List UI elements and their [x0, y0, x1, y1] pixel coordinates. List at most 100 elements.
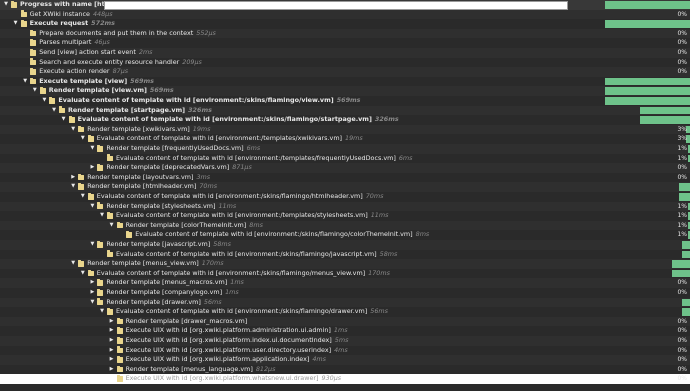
row-label: Render template [drawer.vm] 56ms	[106, 298, 221, 308]
duration-bar	[672, 260, 690, 268]
row-label: Evaluate content of template with id [en…	[78, 115, 399, 125]
row-label: Execute UIX with id [org.xwiki.platform.…	[126, 355, 326, 365]
collapse-arrow-icon[interactable]: ▼	[70, 182, 76, 192]
tree-row[interactable]: ▶ Render template [deprecatedVars.vm] 871µ…	[0, 163, 690, 173]
collapse-arrow-icon[interactable]: ▼	[3, 0, 9, 10]
row-duration: 572ms	[91, 19, 115, 28]
collapse-arrow-icon[interactable]: ▼	[99, 307, 105, 317]
collapse-arrow-icon[interactable]: ▼	[89, 240, 95, 250]
folder-icon	[30, 29, 37, 37]
tree-row[interactable]: Execute action render 87µs 0%	[0, 67, 690, 77]
tree-row[interactable]: ▼ Render template [view.vm] 569ms	[0, 86, 690, 96]
tree-row[interactable]: ▼ Evaluate content of template with id [e…	[0, 192, 690, 202]
tree-row[interactable]: ▼ Evaluate content of template with id [e…	[0, 211, 690, 221]
row-duration: 326ms	[188, 105, 212, 114]
row-label: Execute UIX with id [org.xwiki.platform.…	[126, 346, 348, 356]
expand-arrow-icon[interactable]: ▶	[109, 317, 115, 327]
tree-row[interactable]: ▼ Execute request 572ms	[0, 19, 690, 29]
collapse-arrow-icon[interactable]: ▼	[61, 115, 67, 125]
collapse-arrow-icon[interactable]: ▼	[51, 106, 57, 116]
row-label: Render template [menus_macros.vm] 1ms	[106, 278, 243, 288]
expand-arrow-icon[interactable]: ▶	[89, 163, 95, 173]
collapse-arrow-icon[interactable]: ▼	[41, 96, 47, 106]
row-duration: 170ms	[201, 259, 224, 268]
row-label-text: Evaluate content of template with id [en…	[96, 268, 366, 277]
tree-row[interactable]: Evaluate content of template with id [en…	[0, 250, 690, 260]
row-duration: 11ms	[218, 201, 237, 210]
tree-row[interactable]: ▼ Render template [drawer.vm] 56ms	[0, 297, 690, 308]
row-label: Render template [startpage.vm] 326ms	[68, 106, 212, 116]
collapse-arrow-icon[interactable]: ▼	[32, 86, 38, 96]
collapse-arrow-icon[interactable]: ▼	[80, 134, 86, 144]
tree-row[interactable]: ▼ Render template [menus_view.vm] 170ms	[0, 259, 690, 269]
tree-row[interactable]: ▶ Render template [companylogo.vm] 1ms 0%	[0, 288, 690, 298]
expand-arrow-icon[interactable]: ▶	[109, 336, 115, 346]
collapse-arrow-icon[interactable]: ▼	[70, 125, 76, 135]
tree-row[interactable]: Evaluate content of template with id [en…	[0, 154, 690, 164]
tree-row[interactable]: Evaluate content of template with id [en…	[0, 230, 690, 240]
tree-row[interactable]: ▼ Render template [stylesheets.vm] 11ms 1%	[0, 201, 690, 212]
collapse-arrow-icon[interactable]: ▼	[13, 19, 19, 29]
tree-row[interactable]: ▼ Evaluate content of template with id [e…	[0, 134, 690, 144]
collapse-arrow-icon[interactable]: ▼	[109, 221, 115, 231]
tree-row[interactable]: ▶ Execute UIX with id [org.xwiki.platform…	[0, 346, 690, 356]
tree-row[interactable]: ▶ Render template [menus_macros.vm] 1ms 0%	[0, 278, 690, 288]
expand-arrow-icon[interactable]: ▶	[109, 355, 115, 365]
expand-arrow-icon[interactable]: ▶	[109, 365, 115, 375]
row-label: Render template [drawer_macros.vm]	[126, 317, 248, 327]
expand-arrow-icon[interactable]: ▶	[70, 173, 76, 183]
percentage-label: 0%	[677, 173, 687, 181]
folder-icon	[97, 144, 104, 152]
collapse-arrow-icon[interactable]: ▼	[70, 259, 76, 269]
percentage-label: 1%	[677, 145, 687, 152]
collapse-arrow-icon[interactable]: ▼	[99, 211, 105, 221]
row-label: Parses multipart 46µs	[39, 38, 110, 48]
collapse-arrow-icon[interactable]: ▼	[80, 269, 86, 279]
folder-icon	[30, 58, 37, 66]
tree-row[interactable]: Get XWiki instance 448µs 0%	[0, 9, 690, 20]
tree-row[interactable]: ▶ Execute UIX with id [org.xwiki.platform…	[0, 326, 690, 336]
tree-row[interactable]: ▼ Progress with name [http://	[0, 0, 690, 10]
tree-row[interactable]: ▼ Render template [htmlheader.vm] 70ms	[0, 182, 690, 192]
collapse-arrow-icon[interactable]: ▼	[89, 144, 95, 154]
tree-row[interactable]: ▼ Evaluate content of template with id [e…	[0, 307, 690, 317]
percentage-label: 0%	[677, 289, 687, 296]
tree-row[interactable]: Parses multipart 46µs 0%	[0, 38, 690, 48]
tree-row[interactable]: Prepare documents and put them in the co…	[0, 28, 690, 39]
tree-row[interactable]: ▼ Render template [frequentlyUsedDocs.vm]…	[0, 144, 690, 154]
row-label-text: Evaluate content of template with id [en…	[116, 211, 368, 220]
tree-row[interactable]: ▶ Render template [drawer_macros.vm] 0%	[0, 316, 690, 327]
row-duration: 3ms	[196, 172, 211, 181]
expand-arrow-icon[interactable]: ▶	[109, 326, 115, 336]
tree-row[interactable]: ▼ Render template [javascript.vm] 58ms	[0, 240, 690, 250]
tree-row[interactable]: Execute UIX with id [org.xwiki.platform.…	[0, 374, 690, 384]
row-label: Render template [colorThemeInit.vm] 8ms	[126, 221, 263, 231]
tree-row[interactable]: ▼ Evaluate content of template with id [e…	[0, 96, 690, 106]
tree-row[interactable]: ▼ Evaluate content of template with id [e…	[0, 269, 690, 279]
tree-row[interactable]: Search and execute entity resource handl…	[0, 58, 690, 68]
row-label-text: Render template [menus_macros.vm]	[106, 278, 228, 287]
expand-arrow-icon[interactable]: ▶	[109, 346, 115, 356]
collapse-arrow-icon[interactable]: ▼	[89, 298, 95, 308]
percentage-label: 0%	[677, 317, 687, 325]
tree-row[interactable]: ▶ Execute UIX with id [org.xwiki.platform…	[0, 336, 690, 346]
collapse-arrow-icon[interactable]: ▼	[80, 192, 86, 202]
progress-name-field[interactable]	[104, 1, 568, 10]
tree-row[interactable]: ▶ Render template [layoutvars.vm] 3ms 0%	[0, 173, 690, 183]
tree-row[interactable]: Send [view] action start event 2ms 0%	[0, 48, 690, 58]
tree-row[interactable]: ▼ Render template [colorThemeInit.vm] 8ms 1…	[0, 220, 690, 231]
tree-row[interactable]: ▼ Render template [xwikivars.vm] 19ms 3%	[0, 124, 690, 135]
tree-row[interactable]: ▼ Execute template [view] 569ms	[0, 77, 690, 87]
tree-row[interactable]: ▼ Render template [startpage.vm] 326ms	[0, 105, 690, 116]
tree-row[interactable]: ▶ Execute UIX with id [org.xwiki.platform…	[0, 355, 690, 365]
collapse-arrow-icon[interactable]: ▼	[89, 202, 95, 212]
folder-icon	[97, 288, 104, 296]
collapse-arrow-icon[interactable]: ▼	[22, 77, 28, 87]
expand-arrow-icon[interactable]: ▶	[89, 278, 95, 288]
expand-arrow-icon[interactable]: ▶	[89, 288, 95, 298]
tree-row[interactable]: ▶ Render template [menus_language.vm] 812µ…	[0, 365, 690, 375]
percentage-label: 0%	[677, 164, 687, 172]
row-label: Render template [htmlheader.vm] 70ms	[87, 182, 217, 192]
tree-row[interactable]: ▼ Evaluate content of template with id [e…	[0, 115, 690, 125]
row-label: Execute template [view] 569ms	[39, 77, 154, 87]
